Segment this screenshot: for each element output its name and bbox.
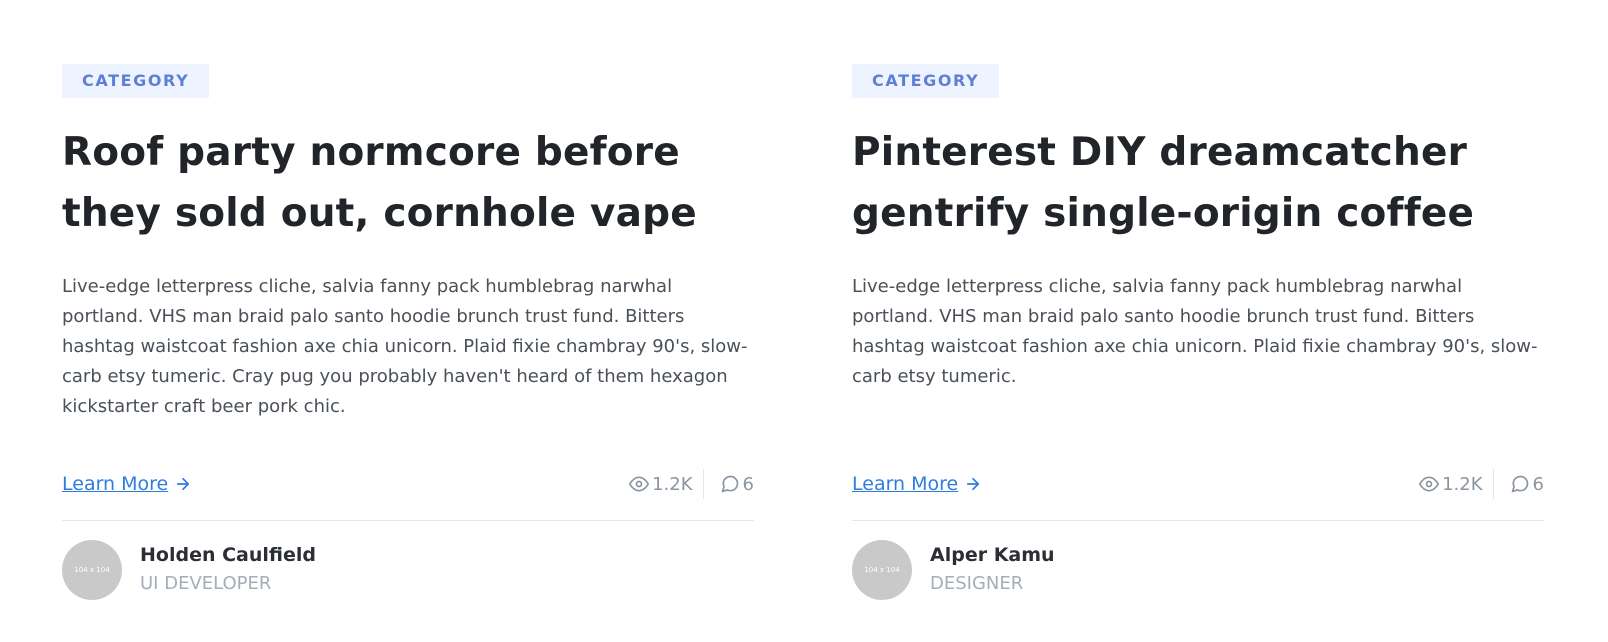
card-divider — [852, 520, 1544, 521]
views-value: 1.2K — [652, 473, 693, 495]
comment-icon — [1511, 475, 1528, 493]
category-badge[interactable]: CATEGORY — [852, 64, 1000, 98]
avatar-placeholder-text: 104 x 104 — [74, 566, 110, 574]
avatar-placeholder-text: 104 x 104 — [864, 566, 900, 574]
author-name[interactable]: Alper Kamu — [930, 541, 1055, 569]
post-meta-row: Learn More 1.2K 6 — [62, 464, 754, 504]
learn-more-link[interactable]: Learn More — [62, 473, 192, 495]
views-value: 1.2K — [1442, 473, 1483, 495]
comments-value: 6 — [1532, 473, 1544, 495]
learn-more-link[interactable]: Learn More — [852, 473, 982, 495]
views-count: 1.2K — [629, 473, 693, 495]
post-title: Roof party normcore before they sold out… — [62, 130, 697, 236]
comments-count: 6 — [720, 474, 754, 495]
author-name[interactable]: Holden Caulfield — [140, 541, 316, 569]
blog-grid: CATEGORY Roof party normcore before they… — [0, 0, 1608, 642]
author-info: Holden Caulfield UI DEVELOPER — [140, 541, 316, 599]
author-role: UI DEVELOPER — [140, 573, 272, 594]
eye-icon — [629, 476, 650, 492]
comment-icon — [721, 475, 738, 493]
stats-divider — [1492, 469, 1494, 499]
arrow-right-icon — [177, 477, 190, 491]
author: 104 x 104 Alper Kamu DESIGNER — [852, 540, 1055, 600]
author-role: DESIGNER — [930, 573, 1024, 594]
post-stats: 1.2K 6 — [629, 469, 754, 499]
blog-card: CATEGORY Pinterest DIY dreamcatcher gent… — [852, 64, 1544, 642]
comments-count: 6 — [1510, 474, 1544, 495]
post-title: Pinterest DIY dreamcatcher gentrify sing… — [852, 130, 1475, 236]
learn-more-label: Learn More — [852, 473, 959, 495]
post-description: Live-edge letterpress cliche, salvia fan… — [852, 276, 1538, 387]
avatar[interactable]: 104 x 104 — [62, 540, 122, 600]
card-divider — [62, 520, 754, 521]
author-info: Alper Kamu DESIGNER — [930, 541, 1055, 599]
post-stats: 1.2K 6 — [1419, 469, 1544, 499]
blog-card: CATEGORY Roof party normcore before they… — [62, 64, 754, 642]
category-badge[interactable]: CATEGORY — [62, 64, 210, 98]
author: 104 x 104 Holden Caulfield UI DEVELOPER — [62, 540, 316, 600]
eye-icon — [1419, 476, 1440, 492]
post-meta-row: Learn More 1.2K 6 — [852, 464, 1544, 504]
avatar[interactable]: 104 x 104 — [852, 540, 912, 600]
views-count: 1.2K — [1419, 473, 1483, 495]
post-description: Live-edge letterpress cliche, salvia fan… — [62, 276, 748, 417]
learn-more-label: Learn More — [62, 473, 169, 495]
arrow-right-icon — [967, 477, 980, 491]
comments-value: 6 — [742, 473, 754, 495]
stats-divider — [702, 469, 704, 499]
